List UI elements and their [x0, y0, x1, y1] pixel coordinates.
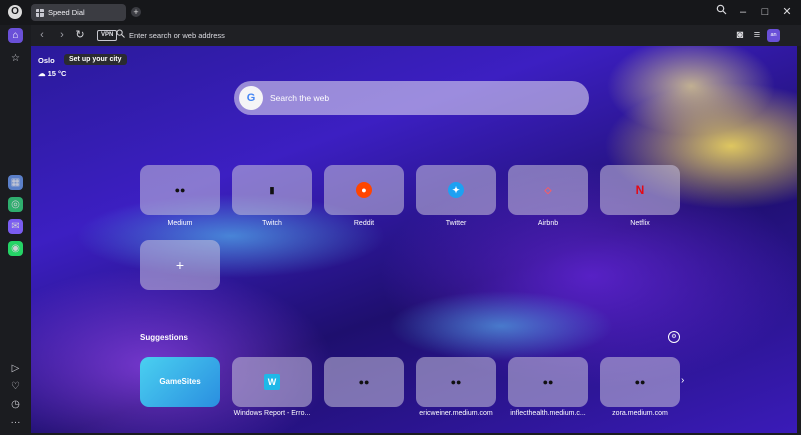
medium-icon: ●● — [542, 377, 554, 387]
reddit-icon: ● — [356, 182, 372, 198]
reload-icon[interactable]: ↻ — [73, 28, 87, 42]
tab-speed-dial[interactable]: Speed Dial — [31, 4, 126, 21]
web-search-box[interactable]: G — [234, 81, 589, 115]
suggestion-tile-gamesites[interactable]: GameSites — [140, 357, 220, 407]
back-icon[interactable]: ‹ — [35, 28, 49, 42]
suggestion-tile-zora[interactable]: ●● — [600, 357, 680, 407]
pinboard-icon[interactable]: ▦ — [8, 175, 23, 190]
gamesites-logo: GameSites — [159, 377, 201, 386]
forward-icon[interactable]: › — [55, 28, 69, 42]
speed-dial-tile-medium[interactable]: ●● — [140, 165, 220, 215]
speed-dial-home-icon[interactable]: ⌂ — [8, 28, 23, 43]
weather-city[interactable]: Oslo — [38, 56, 55, 65]
chevron-right-icon[interactable]: › — [681, 375, 684, 386]
messenger-icon[interactable]: ✉ — [8, 219, 23, 234]
more-options-icon[interactable]: ··· — [8, 415, 23, 430]
maximize-button[interactable]: □ — [757, 4, 773, 20]
history-clock-icon[interactable]: ◷ — [8, 397, 23, 412]
windows-report-icon: W — [264, 374, 280, 390]
google-icon: G — [239, 86, 263, 110]
suggestion-tile-ericweiner[interactable]: ●● — [416, 357, 496, 407]
easy-setup-menu-icon[interactable]: ≡ — [750, 28, 764, 42]
suggestion-tile-inflecthealth[interactable]: ●● — [508, 357, 588, 407]
tile-label-reddit: Reddit — [353, 220, 375, 227]
tile-label-twitter: Twitter — [445, 220, 467, 227]
whatsapp-icon[interactable]: ◉ — [8, 241, 23, 256]
tab-title: Speed Dial — [48, 8, 85, 17]
bookmarks-star-icon[interactable]: ☆ — [8, 51, 23, 66]
chatgpt-icon[interactable]: ◎ — [8, 197, 23, 212]
snapshot-camera-icon[interactable]: ◙ — [733, 28, 747, 42]
twitch-icon: ▮ — [269, 185, 275, 195]
plus-icon: + — [175, 257, 185, 273]
minimize-button[interactable]: – — [735, 4, 751, 20]
suggestion-label: zora.medium.com — [612, 410, 668, 417]
close-button[interactable]: ✕ — [779, 4, 795, 20]
tile-label-medium: Medium — [167, 220, 193, 227]
new-tab-button[interactable]: + — [131, 7, 141, 17]
medium-icon: ●● — [174, 185, 186, 195]
city-tooltip: Set up your city — [64, 54, 127, 65]
temperature-value: 15 °C — [47, 69, 67, 78]
favorites-heart-icon[interactable]: ♡ — [8, 379, 23, 394]
search-tabs-icon[interactable] — [713, 4, 729, 20]
player-icon[interactable]: ▷ — [8, 361, 23, 376]
speed-dial-tile-twitter[interactable]: ✦ — [416, 165, 496, 215]
search-input[interactable] — [270, 91, 560, 105]
suggestions-heading: Suggestions — [140, 333, 189, 342]
weather-temperature[interactable]: ☁ 15 °C — [38, 69, 66, 78]
medium-icon: ●● — [358, 377, 370, 387]
sidebar: ⌂ ☆ ▦ ◎ ✉ ◉ ▷ ♡ ◷ ··· — [0, 25, 31, 435]
netflix-icon: N — [635, 183, 645, 197]
speed-dial-tile-netflix[interactable]: N — [600, 165, 680, 215]
search-icon — [113, 28, 127, 42]
suggestion-label: Windows Report - Erro... — [233, 410, 311, 417]
speed-dial-tile-twitch[interactable]: ▮ — [232, 165, 312, 215]
speed-dial-tile-reddit[interactable]: ● — [324, 165, 404, 215]
twitter-icon: ✦ — [448, 182, 464, 198]
address-input[interactable] — [129, 28, 689, 42]
airbnb-icon: ◇ — [544, 185, 552, 195]
tile-label-netflix: Netflix — [630, 220, 650, 227]
add-speed-dial-button[interactable]: + — [140, 240, 220, 290]
medium-icon: ●● — [450, 377, 462, 387]
opera-menu-icon[interactable]: O — [8, 5, 22, 19]
tile-label-twitch: Twitch — [262, 220, 282, 227]
suggestion-tile-windows-report[interactable]: W — [232, 357, 312, 407]
suggestion-label: inflecthealth.medium.c... — [510, 410, 586, 417]
avatar[interactable]: an — [767, 29, 780, 42]
suggestion-tile-medium[interactable]: ●● — [324, 357, 404, 407]
title-bar: O Speed Dial + – □ ✕ — [0, 0, 801, 25]
scrollbar[interactable] — [797, 46, 801, 433]
address-bar: ‹ › ↻ VPN ◙ ≡ an — [31, 25, 801, 46]
suggestions-settings-icon[interactable]: ⚙ — [668, 331, 680, 343]
suggestion-label: ericweiner.medium.com — [419, 410, 493, 417]
tile-label-airbnb: Airbnb — [537, 220, 559, 227]
speed-dial-page: Oslo ☁ 15 °C Set up your city G ●● Mediu… — [31, 46, 797, 433]
speed-dial-favicon-icon — [36, 8, 44, 17]
speed-dial-tile-airbnb[interactable]: ◇ — [508, 165, 588, 215]
medium-icon: ●● — [634, 377, 646, 387]
